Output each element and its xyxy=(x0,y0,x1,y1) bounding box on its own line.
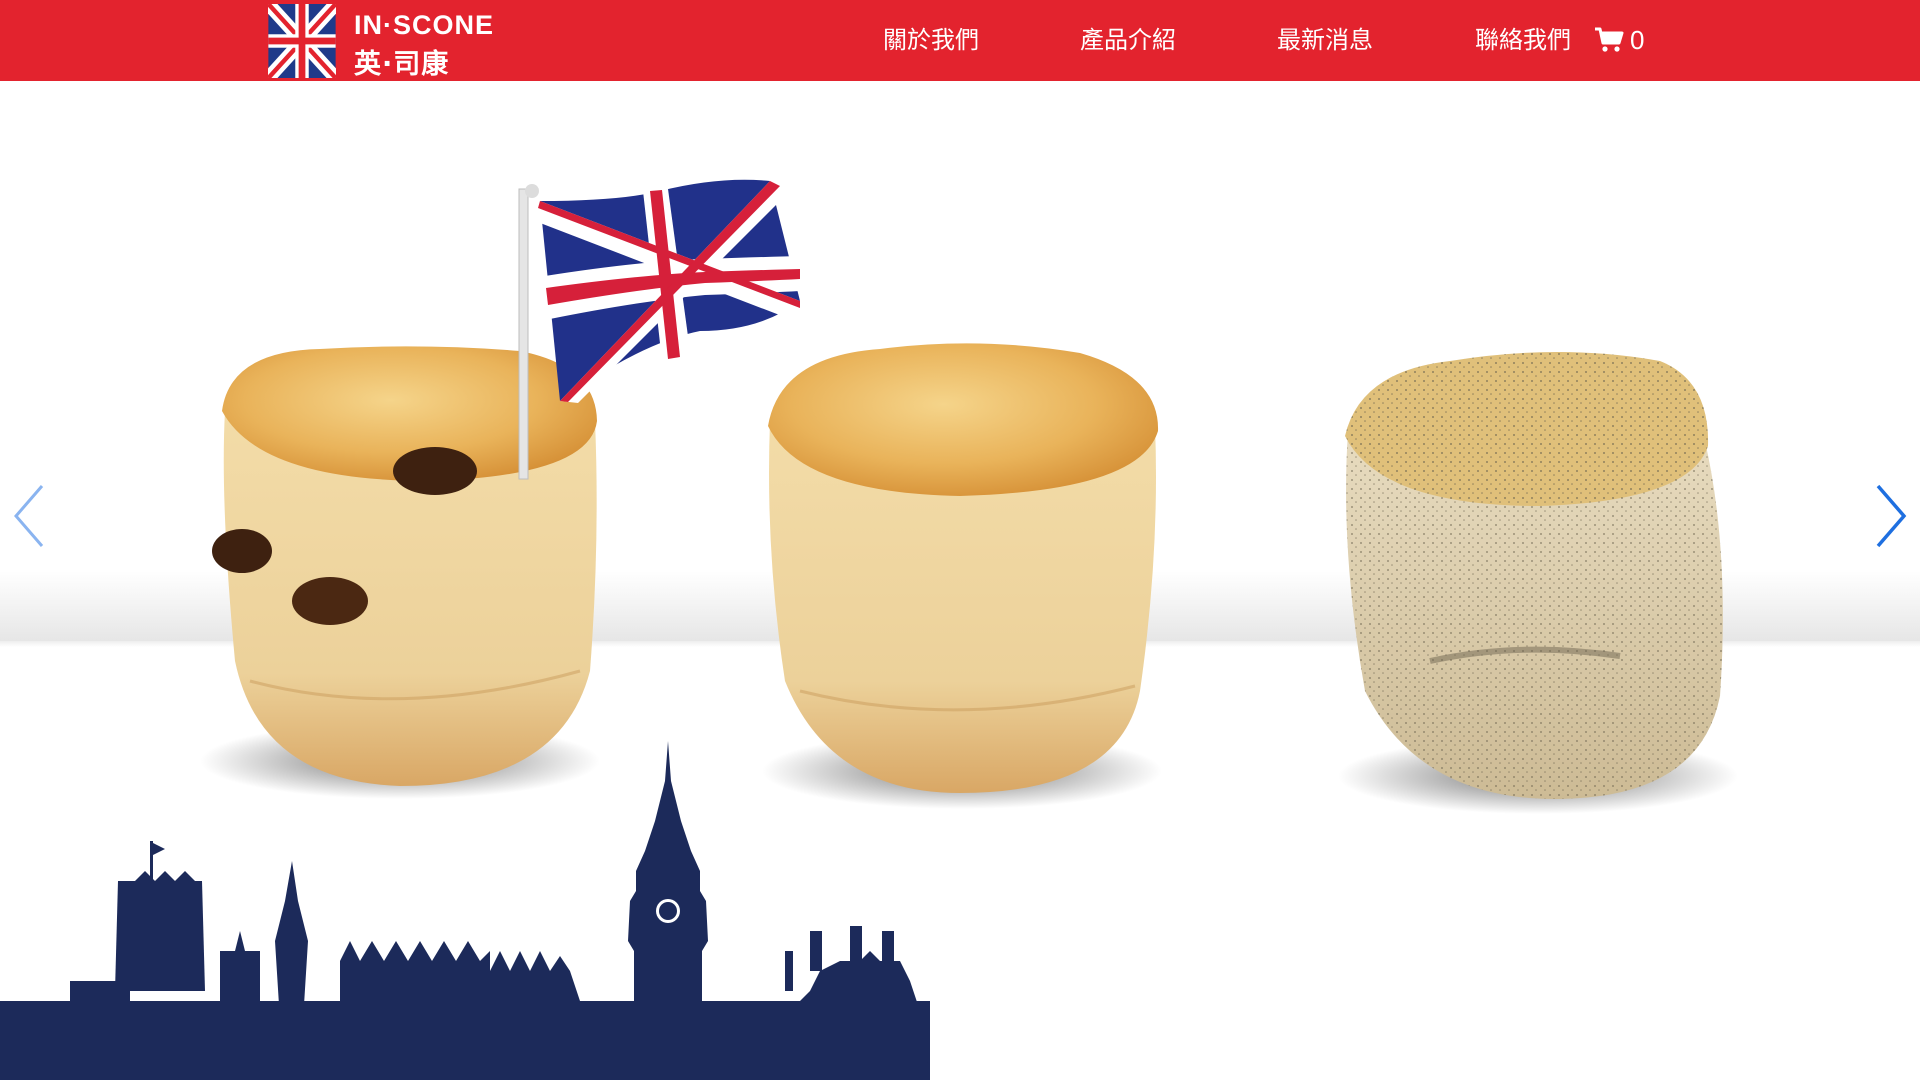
slider-next-button[interactable] xyxy=(1866,476,1916,556)
nav-about[interactable]: 關於我們 xyxy=(883,22,979,58)
nav-contact[interactable]: 聯絡我們 xyxy=(1475,22,1571,58)
plain-scone xyxy=(768,343,1159,793)
brand-logo[interactable]: IN·SCONE 英·司康 xyxy=(268,4,508,80)
hero-slider xyxy=(0,81,1920,1080)
chevron-right-icon xyxy=(1876,484,1907,548)
site-header: IN·SCONE 英·司康 關於我們 產品介紹 最新消息 聯絡我們 0 xyxy=(0,0,1920,81)
nav-products[interactable]: 產品介紹 xyxy=(1080,22,1176,58)
slider-prev-button[interactable] xyxy=(4,476,54,556)
union-jack-icon xyxy=(268,4,336,78)
brand-name-zh: 英·司康 xyxy=(354,49,450,80)
cart-count: 0 xyxy=(1630,24,1645,55)
raisin-scone xyxy=(212,346,597,786)
cart-button[interactable]: 0 xyxy=(1594,22,1644,58)
page: IN·SCONE 英·司康 關於我們 產品介紹 最新消息 聯絡我們 0 xyxy=(0,0,1920,1080)
hero-illustration xyxy=(0,179,1920,1080)
cart-icon xyxy=(1595,27,1624,52)
nav-news[interactable]: 最新消息 xyxy=(1277,22,1373,58)
earl-grey-scone xyxy=(1345,352,1723,800)
brand-name-en: IN·SCONE xyxy=(354,10,495,40)
chevron-left-icon xyxy=(14,485,44,547)
